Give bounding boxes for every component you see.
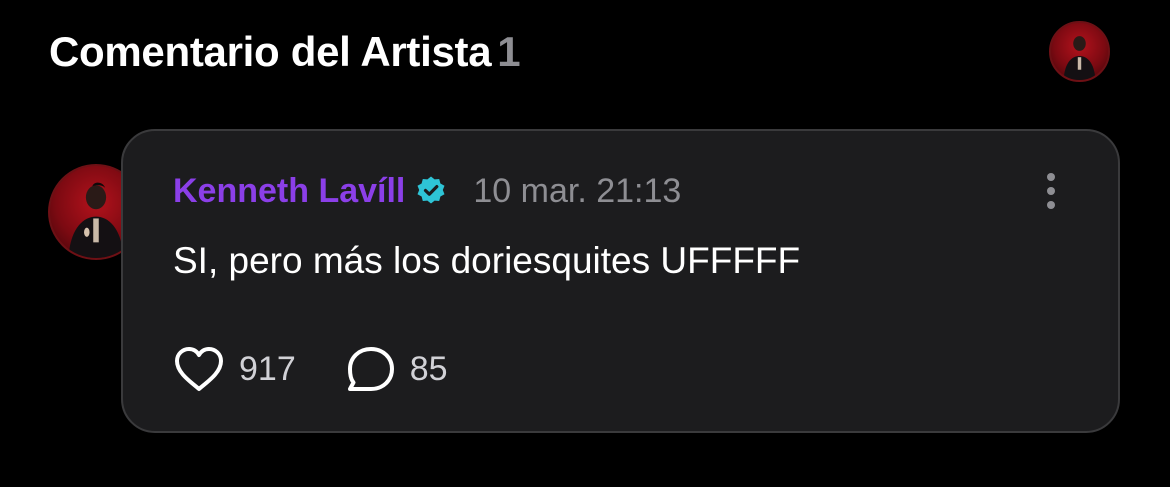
author-name[interactable]: Kenneth Lavíll [173,171,405,211]
comment-timestamp: 10 mar. 21:13 [473,172,682,210]
comment-count: 1 [497,28,521,75]
artist-avatar[interactable] [1049,21,1110,82]
heart-icon [175,347,223,391]
reply-button[interactable]: 85 [344,345,448,393]
speech-bubble-icon [347,347,394,391]
comment-actions: 917 85 [173,345,448,393]
verified-badge-icon [417,176,445,204]
like-count: 917 [239,350,296,388]
comment-card: Kenneth Lavíll 10 mar. 21:13 SI, pero má… [121,129,1120,433]
more-vertical-icon[interactable] [1039,171,1063,211]
page-title-text: Comentario del Artista [49,28,492,75]
reply-count: 85 [409,350,448,388]
comment-meta: Kenneth Lavíll 10 mar. 21:13 [173,171,681,211]
like-button[interactable]: 917 [173,345,296,393]
page-title: Comentario del Artista 1 [49,26,521,78]
avatar-figure-icon [1063,36,1096,80]
comment-body: SI, pero más los doriesquites UFFFFF [173,240,801,281]
